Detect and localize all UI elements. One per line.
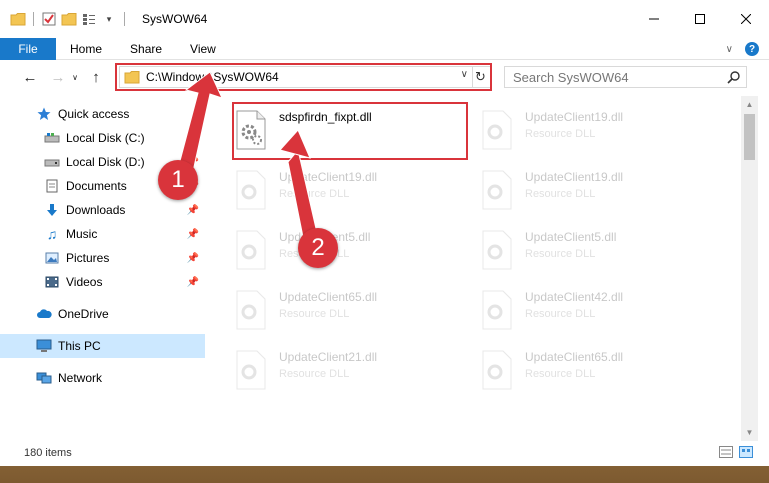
step-badge-2: 2: [298, 228, 338, 268]
step-badge-1: 1: [158, 160, 198, 200]
arrow-2-head: [279, 129, 311, 159]
annotation-arrows: [175, 71, 321, 253]
